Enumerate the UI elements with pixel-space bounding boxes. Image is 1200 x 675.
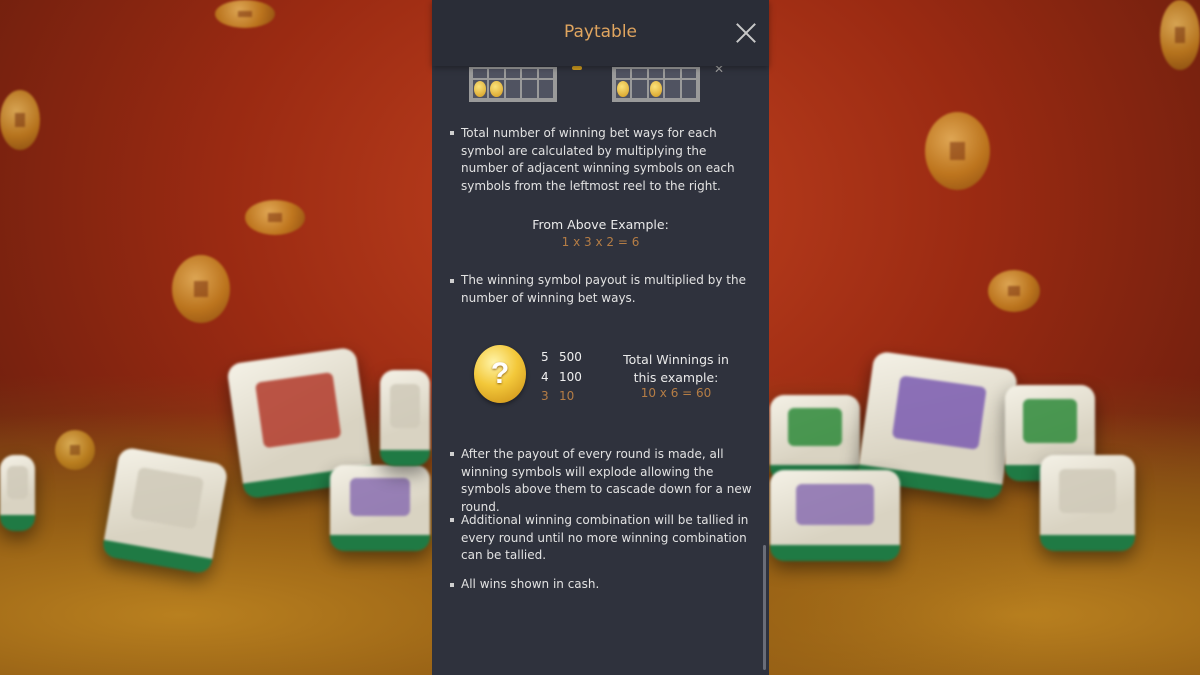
total-winnings-title: Total Winnings in this example:	[623, 352, 729, 385]
floating-coin	[245, 200, 305, 235]
cascade-explanation: After the payout of every round is made,…	[461, 447, 752, 514]
reel-example-grid	[469, 67, 557, 102]
example-title: From Above Example:	[532, 217, 669, 232]
additional-explanation: Additional winning combination will be t…	[461, 513, 749, 562]
floating-coin	[215, 0, 275, 28]
mahjong-tile	[330, 465, 430, 551]
bullet-icon	[450, 452, 454, 456]
cash-note: All wins shown in cash.	[461, 577, 600, 591]
bullet-icon	[450, 131, 454, 135]
total-winnings-formula: 10 x 6 = 60	[640, 386, 712, 400]
floating-coin	[55, 430, 95, 470]
paytable-header: Paytable	[432, 0, 769, 66]
floating-coin	[172, 255, 230, 323]
payout-row: 4 100	[541, 370, 582, 384]
bullet-icon	[450, 583, 454, 587]
payout-row: 5 500	[541, 350, 582, 364]
multiply-explanation: The winning symbol payout is multiplied …	[461, 273, 746, 305]
mahjong-tile	[101, 446, 229, 575]
floating-coin	[988, 270, 1040, 312]
paytable-panel[interactable]: Paytable ✕ Total number of winning bet w…	[432, 0, 769, 675]
bullet-icon	[450, 518, 454, 522]
mahjong-tile	[770, 395, 860, 481]
mahjong-tile	[770, 470, 900, 561]
payout-row-highlight: 3 10	[541, 389, 575, 403]
mahjong-tile	[0, 455, 35, 531]
example-formula: 1 x 3 x 2 = 6	[561, 235, 640, 249]
question-coin-icon: ?	[474, 345, 526, 403]
mahjong-tile	[1040, 455, 1135, 551]
ways-explanation: Total number of winning bet ways for eac…	[461, 126, 735, 193]
bullet-icon	[450, 279, 454, 283]
close-icon[interactable]	[735, 22, 757, 44]
floating-coin	[925, 112, 990, 190]
page-title: Paytable	[563, 22, 638, 42]
floating-coin	[1160, 0, 1200, 70]
floating-coin	[0, 90, 40, 150]
reel-example-grid	[612, 67, 700, 102]
scrollbar-thumb[interactable]	[763, 545, 766, 670]
win-marker-icon	[572, 66, 582, 70]
mahjong-tile	[380, 370, 430, 466]
